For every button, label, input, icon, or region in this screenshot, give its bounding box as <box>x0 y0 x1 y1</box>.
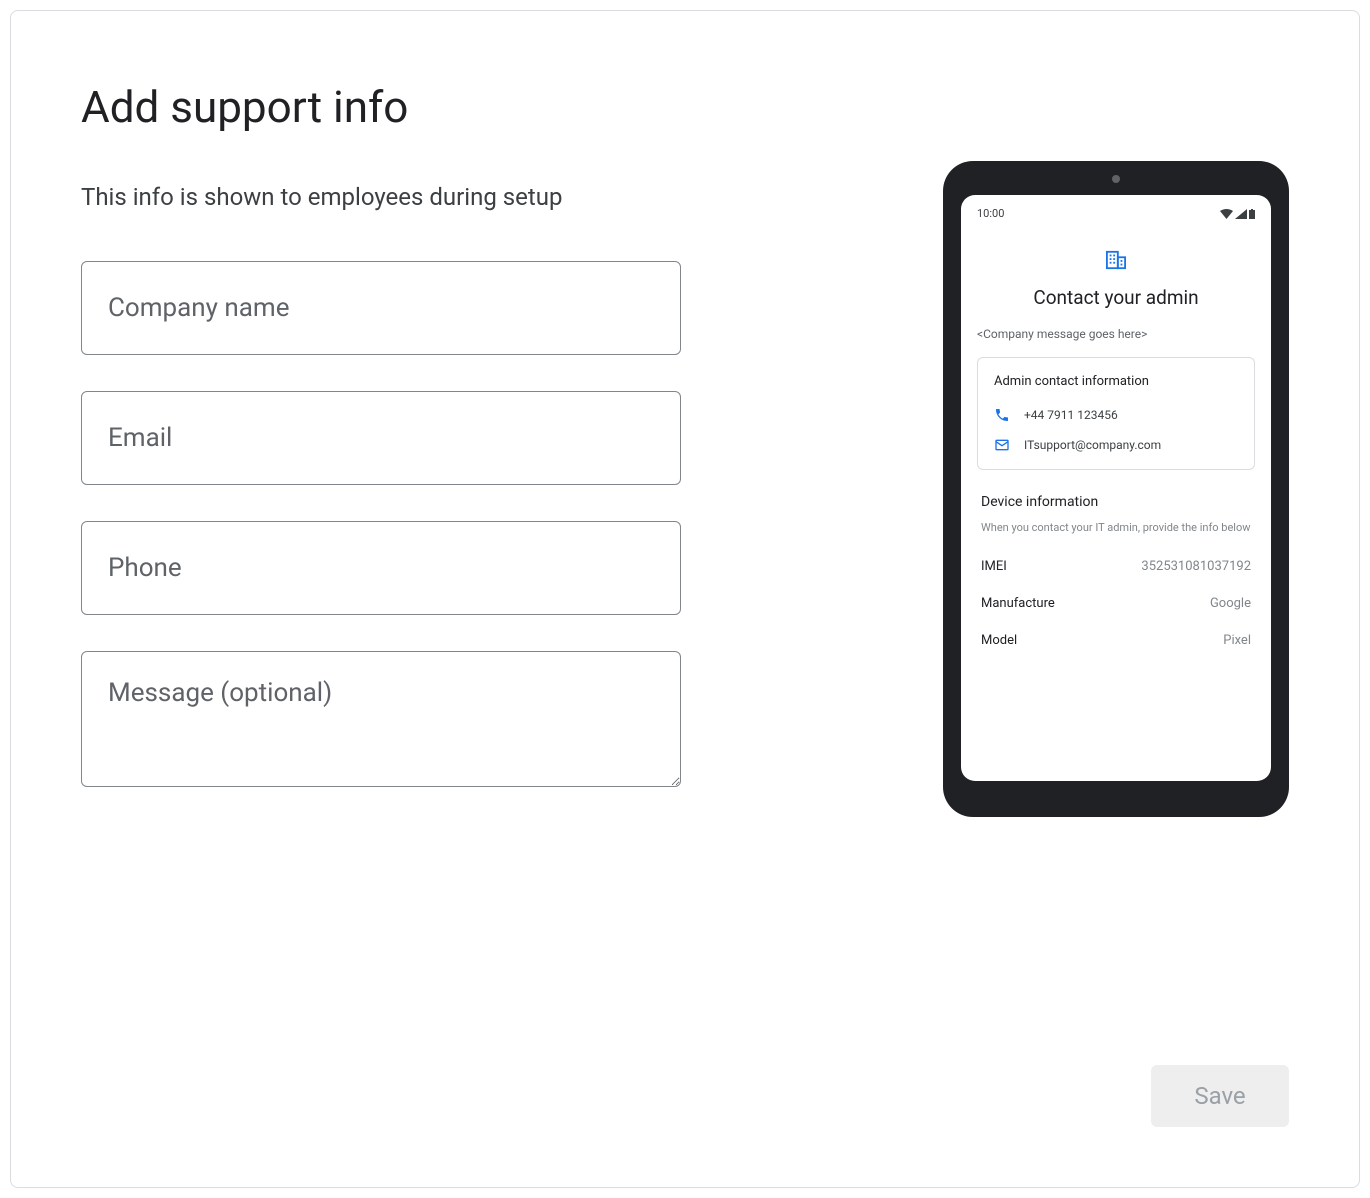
phone-icon <box>994 407 1010 423</box>
wifi-icon <box>1220 209 1233 219</box>
phone-preview-heading: Contact your admin <box>977 286 1255 309</box>
email-icon <box>994 437 1010 453</box>
model-value: Pixel <box>1223 633 1251 648</box>
company-message-placeholder: <Company message goes here> <box>977 327 1255 341</box>
device-info-section: Device information When you contact your… <box>977 494 1255 648</box>
contact-email-row: ITsupport@company.com <box>994 437 1238 453</box>
device-imei-row: IMEI 352531081037192 <box>981 559 1251 574</box>
phone-input[interactable] <box>81 521 681 615</box>
status-icons <box>1220 209 1255 219</box>
device-info-title: Device information <box>981 494 1251 510</box>
status-time: 10:00 <box>977 207 1004 220</box>
company-name-input[interactable] <box>81 261 681 355</box>
save-button[interactable]: Save <box>1151 1065 1289 1127</box>
device-info-subtitle: When you contact your IT admin, provide … <box>981 520 1251 535</box>
device-model-row: Model Pixel <box>981 633 1251 648</box>
contact-phone-row: +44 7911 123456 <box>994 407 1238 423</box>
model-label: Model <box>981 633 1017 648</box>
email-input[interactable] <box>81 391 681 485</box>
phone-preview-frame: 10:00 <box>943 161 1289 817</box>
imei-label: IMEI <box>981 559 1007 574</box>
manufacture-value: Google <box>1210 596 1251 611</box>
phone-camera-dot <box>1112 175 1120 183</box>
battery-icon <box>1249 209 1255 219</box>
phone-screen: 10:00 <box>961 195 1271 781</box>
contact-email-text: ITsupport@company.com <box>1024 438 1161 452</box>
admin-contact-card: Admin contact information +44 7911 12345… <box>977 357 1255 470</box>
contact-card-title: Admin contact information <box>994 374 1238 389</box>
contact-phone-text: +44 7911 123456 <box>1024 408 1118 422</box>
imei-value: 352531081037192 <box>1141 559 1251 574</box>
main-container: Add support info This info is shown to e… <box>10 10 1360 1188</box>
phone-status-bar: 10:00 <box>977 207 1255 220</box>
device-manufacture-row: Manufacture Google <box>981 596 1251 611</box>
form-column <box>81 261 681 787</box>
signal-icon <box>1235 209 1247 219</box>
manufacture-label: Manufacture <box>981 596 1055 611</box>
building-icon <box>977 250 1255 270</box>
page-title: Add support info <box>81 81 1289 133</box>
message-textarea[interactable] <box>81 651 681 787</box>
